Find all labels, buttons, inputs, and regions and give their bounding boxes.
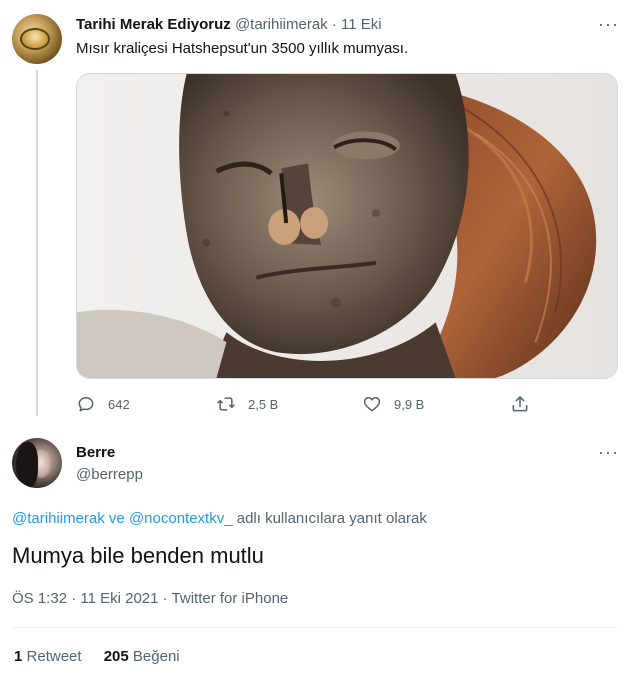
thread-line <box>36 70 38 416</box>
reply-author-handle[interactable]: @berrepp <box>76 465 143 485</box>
reply-count: 642 <box>108 396 130 412</box>
reply-timestamp[interactable]: ÖS 1:32 · 11 Eki 2021 · Twitter for iPho… <box>12 589 288 609</box>
retweet-icon <box>217 397 235 411</box>
tweet-header: Tarihi Merak Ediyoruz @tarihiimerak · 11… <box>76 15 382 35</box>
divider <box>12 627 619 628</box>
share-button[interactable] <box>510 392 542 416</box>
meta-separator: · <box>331 16 337 33</box>
replying-to: @tarihiimerak ve @nocontextkv_ adlı kull… <box>12 509 427 529</box>
tweet-image[interactable] <box>76 73 618 379</box>
tweet-date[interactable]: 11 Eki <box>341 16 382 33</box>
author-name[interactable]: Tarihi Merak Ediyoruz <box>76 16 231 33</box>
like-count: 9,9 B <box>394 396 425 412</box>
author-handle[interactable]: @tarihiimerak <box>235 16 328 33</box>
retweet-button[interactable]: 2,5 B <box>216 392 278 416</box>
mention-joiner: ve <box>108 510 125 527</box>
reply-avatar[interactable] <box>12 438 62 488</box>
likes-stat[interactable]: 205 Beğeni <box>104 648 180 665</box>
tweet-text: Mısır kraliçesi Hatshepsut'un 3500 yıllı… <box>76 40 409 57</box>
reply-button[interactable]: 642 <box>76 392 130 416</box>
replying-suffix: adlı kullanıcılara yanıt olarak <box>236 510 427 527</box>
tweet-actions: 642 2,5 B 9,9 B <box>76 392 546 416</box>
reply-author-name[interactable]: Berre <box>76 443 115 463</box>
engagement-stats: 1 Retweet 205 Beğeni <box>14 647 180 667</box>
like-button[interactable]: 9,9 B <box>362 392 424 416</box>
retweet-total: 1 <box>14 648 23 665</box>
like-label: Beğeni <box>132 648 180 665</box>
reply-more-icon[interactable]: ··· <box>598 442 619 462</box>
mention-link[interactable]: @nocontextkv_ <box>129 510 233 527</box>
reply-text: Mumya bile benden mutlu <box>12 543 264 568</box>
like-icon <box>363 397 381 412</box>
mention-link[interactable]: @tarihiimerak <box>12 510 105 527</box>
retweet-count: 2,5 B <box>248 396 279 412</box>
mummy-photo <box>77 74 617 378</box>
share-icon <box>512 396 528 412</box>
retweets-stat[interactable]: 1 Retweet <box>14 648 82 665</box>
avatar[interactable] <box>12 14 62 64</box>
retweet-label: Retweet <box>26 648 82 665</box>
reply-icon <box>78 397 94 412</box>
like-total: 205 <box>103 648 129 665</box>
more-icon[interactable]: ··· <box>598 14 619 34</box>
